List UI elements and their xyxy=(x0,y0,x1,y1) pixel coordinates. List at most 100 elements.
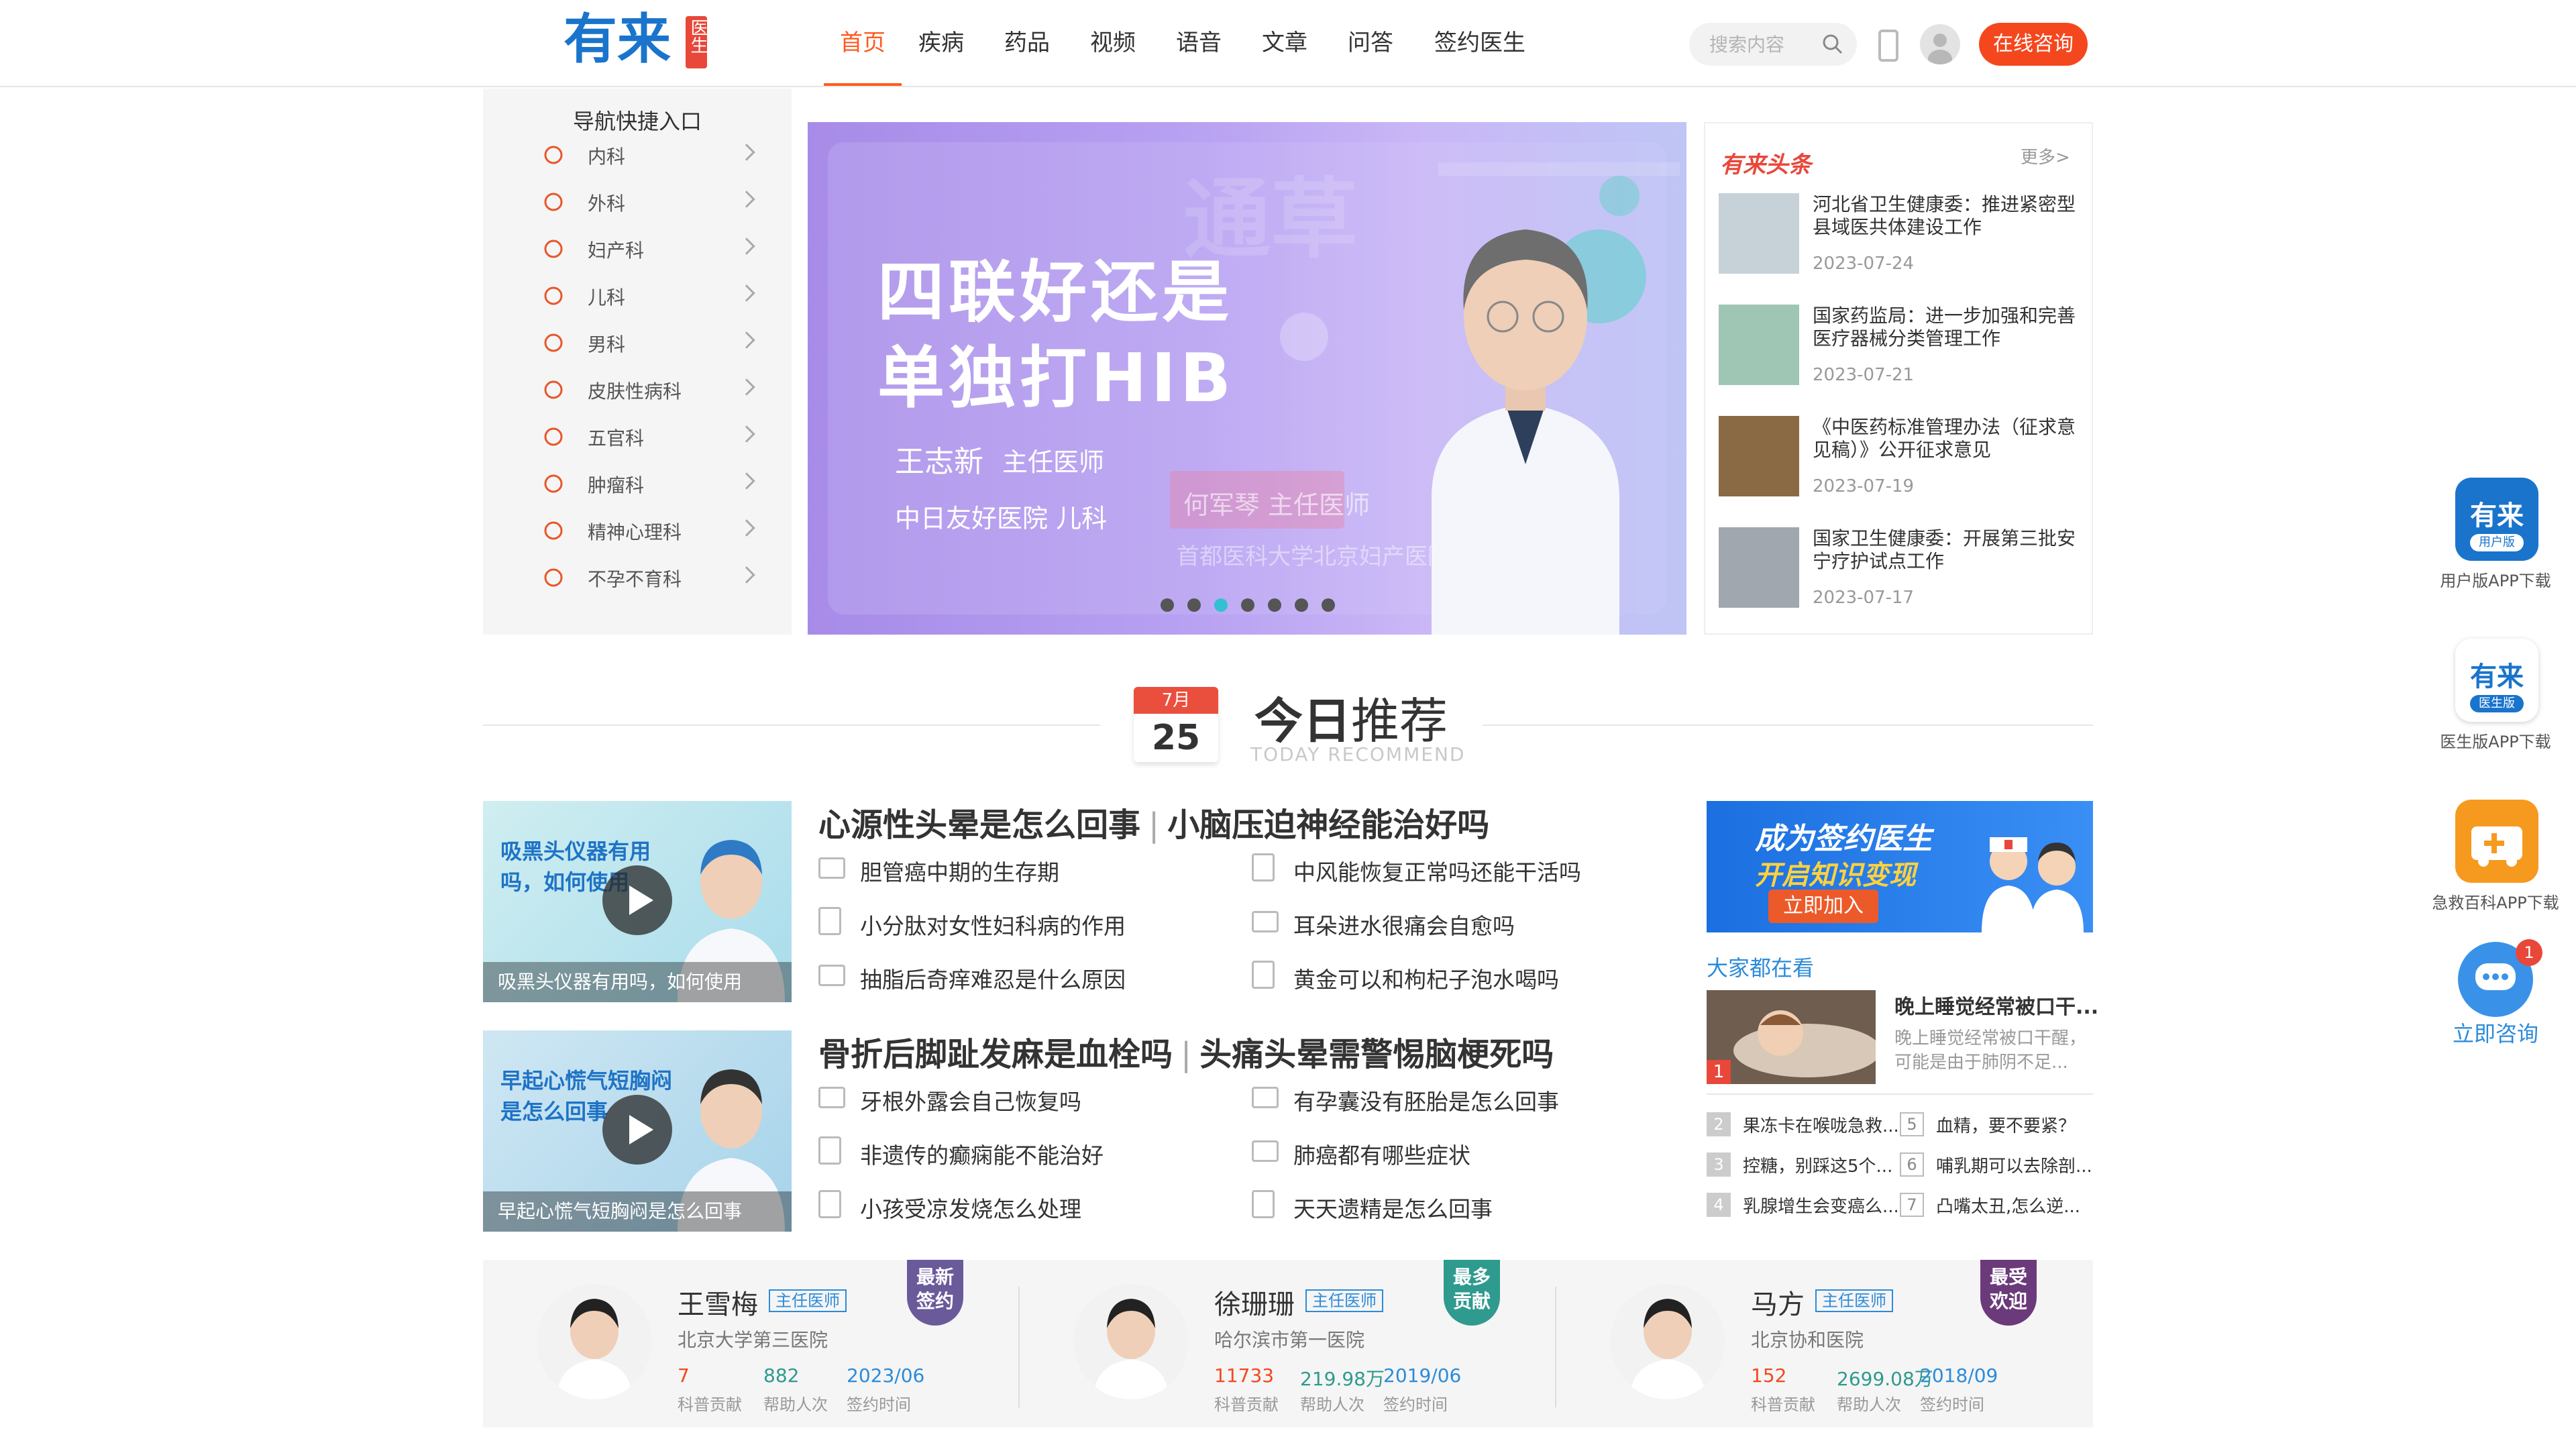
doctor-card[interactable]: 马方 主任医师 北京协和医院 152 2699.08万 2018/09 科普贡献 帮助人次 签约… xyxy=(1556,1260,2093,1428)
doctor-card[interactable]: 徐珊珊 主任医师 哈尔滨市第一医院 11733 219.98万 2019/06 科普贡献 帮助… xyxy=(1020,1260,1556,1428)
article-link-text[interactable]: 有孕囊没有胚胎是怎么回事 xyxy=(1293,1084,1559,1116)
nav-tab-3[interactable]: 视频 xyxy=(1081,24,1144,86)
popular-top-image[interactable] xyxy=(1707,990,1876,1084)
play-icon[interactable] xyxy=(602,865,672,935)
nav-tab-2[interactable]: 药品 xyxy=(996,24,1059,86)
popular-item[interactable]: 4 乳腺增生会变癌么... xyxy=(1707,1189,1899,1222)
carousel-dot[interactable] xyxy=(1214,598,1228,612)
nav-tab-7[interactable]: 签约医生 xyxy=(1425,24,1535,86)
popular-top-headline[interactable]: 晚上睡觉经常被口干... xyxy=(1894,990,2098,1020)
popular-item-title[interactable]: 乳腺增生会变癌么... xyxy=(1743,1193,1899,1218)
play-icon[interactable] xyxy=(602,1095,672,1165)
search-icon[interactable] xyxy=(1821,32,1845,56)
carousel-dot[interactable] xyxy=(1322,598,1335,612)
article-link-text[interactable]: 胆管癌中期的生存期 xyxy=(860,855,1059,887)
hero-banner[interactable]: 通草 四联好还是 单独打HIB 王志新 主任医师 中日友好医院 儿科 何军琴 主… xyxy=(808,122,1686,635)
dept-item[interactable]: 外科 xyxy=(542,181,757,221)
doctor-card[interactable]: 王雪梅 主任医师 北京大学第三医院 7 882 2023/06 科普贡献 帮助人次 签约时间 最新… xyxy=(483,1260,1020,1428)
nav-tab-5[interactable]: 文章 xyxy=(1253,24,1316,86)
news-item[interactable]: 河北省卫生健康委：推进紧密型县域医共体建设工作 2023-07-24 xyxy=(1719,193,2081,294)
dept-item[interactable]: 不孕不育科 xyxy=(542,557,757,597)
dept-item[interactable]: 内科 xyxy=(542,134,757,174)
news-title[interactable]: 国家卫生健康委：开展第三批安宁疗护试点工作 xyxy=(1813,527,2081,573)
article-link-text[interactable]: 耳朵进水很痛会自愈吗 xyxy=(1293,908,1515,941)
article-link-text[interactable]: 小孩受凉发烧怎么处理 xyxy=(860,1191,1081,1224)
headline-link[interactable]: 骨折后脚趾发麻是血栓吗 xyxy=(818,1036,1173,1073)
article-link[interactable]: 肺癌都有哪些症状 xyxy=(1252,1131,1627,1171)
popular-item[interactable]: 7 凸嘴太丑,怎么逆... xyxy=(1900,1189,2088,1222)
nav-tab-4[interactable]: 语音 xyxy=(1167,24,1230,86)
doctor-avatar[interactable] xyxy=(1610,1284,1725,1399)
headline-link[interactable]: 小脑压迫神经能治好吗 xyxy=(1167,806,1489,844)
popular-item-title[interactable]: 控糖，别踩这5个... xyxy=(1743,1152,1892,1177)
app-download-label[interactable]: 医生版APP下载 xyxy=(2428,729,2563,752)
article-link-text[interactable]: 牙根外露会自己恢复吗 xyxy=(860,1084,1081,1116)
nav-tab-1[interactable]: 疾病 xyxy=(910,24,973,86)
mobile-phone-icon[interactable] xyxy=(1878,30,1898,62)
dept-item[interactable]: 五官科 xyxy=(542,416,757,456)
headline-link[interactable]: 头痛头晕需警惕脑梗死吗 xyxy=(1199,1036,1554,1073)
video-card[interactable]: 早起心慌气短胸闷是怎么回事 早起心慌气短胸闷是怎么回事 xyxy=(483,1030,792,1232)
article-link[interactable]: 小分肽对女性妇科病的作用 xyxy=(818,902,1194,942)
site-logo[interactable]: 有来 医生 xyxy=(564,9,711,70)
news-item[interactable]: 国家卫生健康委：开展第三批安宁疗护试点工作 2023-07-17 xyxy=(1719,527,2081,628)
news-title[interactable]: 国家药监局：进一步加强和完善医疗器械分类管理工作 xyxy=(1813,305,2081,350)
popular-item[interactable]: 2 果冻卡在喉咙急救... xyxy=(1707,1108,1899,1142)
sign-doctor-banner[interactable]: 成为签约医生 开启知识变现 立即加入 xyxy=(1707,801,2093,932)
float-consult-label[interactable]: 立即咨询 xyxy=(2428,1017,2563,1048)
app-download-label[interactable]: 用户版APP下载 xyxy=(2428,568,2563,591)
join-now-button[interactable]: 立即加入 xyxy=(1768,890,1878,923)
article-link-text[interactable]: 抽脂后奇痒难忍是什么原因 xyxy=(860,962,1126,994)
doctor-name[interactable]: 徐珊珊 xyxy=(1214,1283,1295,1322)
article-link[interactable]: 黄金可以和枸杞子泡水喝吗 xyxy=(1252,955,1627,996)
popular-item-title[interactable]: 血精，要不要紧？ xyxy=(1936,1112,2076,1137)
news-title[interactable]: 河北省卫生健康委：推进紧密型县域医共体建设工作 xyxy=(1813,193,2081,239)
search-input[interactable] xyxy=(1709,31,1817,58)
article-link[interactable]: 非遗传的癫痫能不能治好 xyxy=(818,1131,1194,1171)
dept-item[interactable]: 肿瘤科 xyxy=(542,463,757,503)
search-box[interactable] xyxy=(1689,23,1857,66)
article-link-text[interactable]: 非遗传的癫痫能不能治好 xyxy=(860,1138,1104,1170)
popular-item[interactable]: 5 血精，要不要紧？ xyxy=(1900,1108,2088,1142)
app-download-0[interactable]: 有来 用户版 用户版APP下载 xyxy=(2428,478,2563,592)
carousel-dot[interactable] xyxy=(1161,598,1174,612)
news-more-link[interactable]: 更多> xyxy=(2021,144,2070,168)
article-link-text[interactable]: 天天遗精是怎么回事 xyxy=(1293,1191,1493,1224)
article-link[interactable]: 胆管癌中期的生存期 xyxy=(818,848,1194,888)
article-link[interactable]: 有孕囊没有胚胎是怎么回事 xyxy=(1252,1077,1627,1118)
article-link[interactable]: 牙根外露会自己恢复吗 xyxy=(818,1077,1194,1118)
dept-item[interactable]: 儿科 xyxy=(542,275,757,315)
article-link-text[interactable]: 肺癌都有哪些症状 xyxy=(1293,1138,1470,1170)
popular-item[interactable]: 6 哺乳期可以去除剖... xyxy=(1900,1148,2092,1182)
popular-item-title[interactable]: 哺乳期可以去除剖... xyxy=(1936,1152,2092,1177)
article-link[interactable]: 抽脂后奇痒难忍是什么原因 xyxy=(818,955,1194,996)
dept-item[interactable]: 妇产科 xyxy=(542,228,757,268)
doctor-avatar[interactable] xyxy=(537,1284,652,1399)
popular-item-title[interactable]: 凸嘴太丑,怎么逆... xyxy=(1936,1193,2080,1218)
online-consult-button[interactable]: 在线咨询 xyxy=(1979,23,2088,66)
article-link-text[interactable]: 小分肽对女性妇科病的作用 xyxy=(860,908,1126,941)
doctor-name[interactable]: 马方 xyxy=(1751,1283,1805,1322)
carousel-dot[interactable] xyxy=(1295,598,1308,612)
doctor-avatar[interactable] xyxy=(1073,1284,1189,1399)
nav-tab-0[interactable]: 首页 xyxy=(824,24,902,86)
float-consult-button[interactable]: 1 xyxy=(2455,939,2542,1017)
article-link[interactable]: 中风能恢复正常吗还能干活吗 xyxy=(1252,848,1627,888)
headline-link[interactable]: 心源性头晕是怎么回事 xyxy=(818,806,1140,844)
dept-item[interactable]: 皮肤性病科 xyxy=(542,369,757,409)
user-avatar-icon[interactable] xyxy=(1920,24,1960,64)
app-download-1[interactable]: 有来 医生版 医生版APP下载 xyxy=(2428,639,2563,753)
carousel-dot[interactable] xyxy=(1241,598,1254,612)
article-link-text[interactable]: 黄金可以和枸杞子泡水喝吗 xyxy=(1293,962,1559,994)
carousel-dot[interactable] xyxy=(1187,598,1201,612)
news-item[interactable]: 国家药监局：进一步加强和完善医疗器械分类管理工作 2023-07-21 xyxy=(1719,305,2081,405)
article-link[interactable]: 天天遗精是怎么回事 xyxy=(1252,1185,1627,1225)
dept-item[interactable]: 男科 xyxy=(542,322,757,362)
article-link-text[interactable]: 中风能恢复正常吗还能干活吗 xyxy=(1293,855,1581,887)
news-item[interactable]: 《中医药标准管理办法（征求意见稿）》公开征求意见 2023-07-19 xyxy=(1719,416,2081,517)
nav-tab-6[interactable]: 问答 xyxy=(1339,24,1402,86)
news-title[interactable]: 《中医药标准管理办法（征求意见稿）》公开征求意见 xyxy=(1813,416,2081,462)
app-download-2[interactable]: 急救百科APP下载 xyxy=(2428,800,2563,914)
video-card[interactable]: 吸黑头仪器有用吗，如何使用 吸黑头仪器有用吗，如何使用 xyxy=(483,801,792,1002)
popular-item[interactable]: 3 控糖，别踩这5个... xyxy=(1707,1148,1894,1182)
